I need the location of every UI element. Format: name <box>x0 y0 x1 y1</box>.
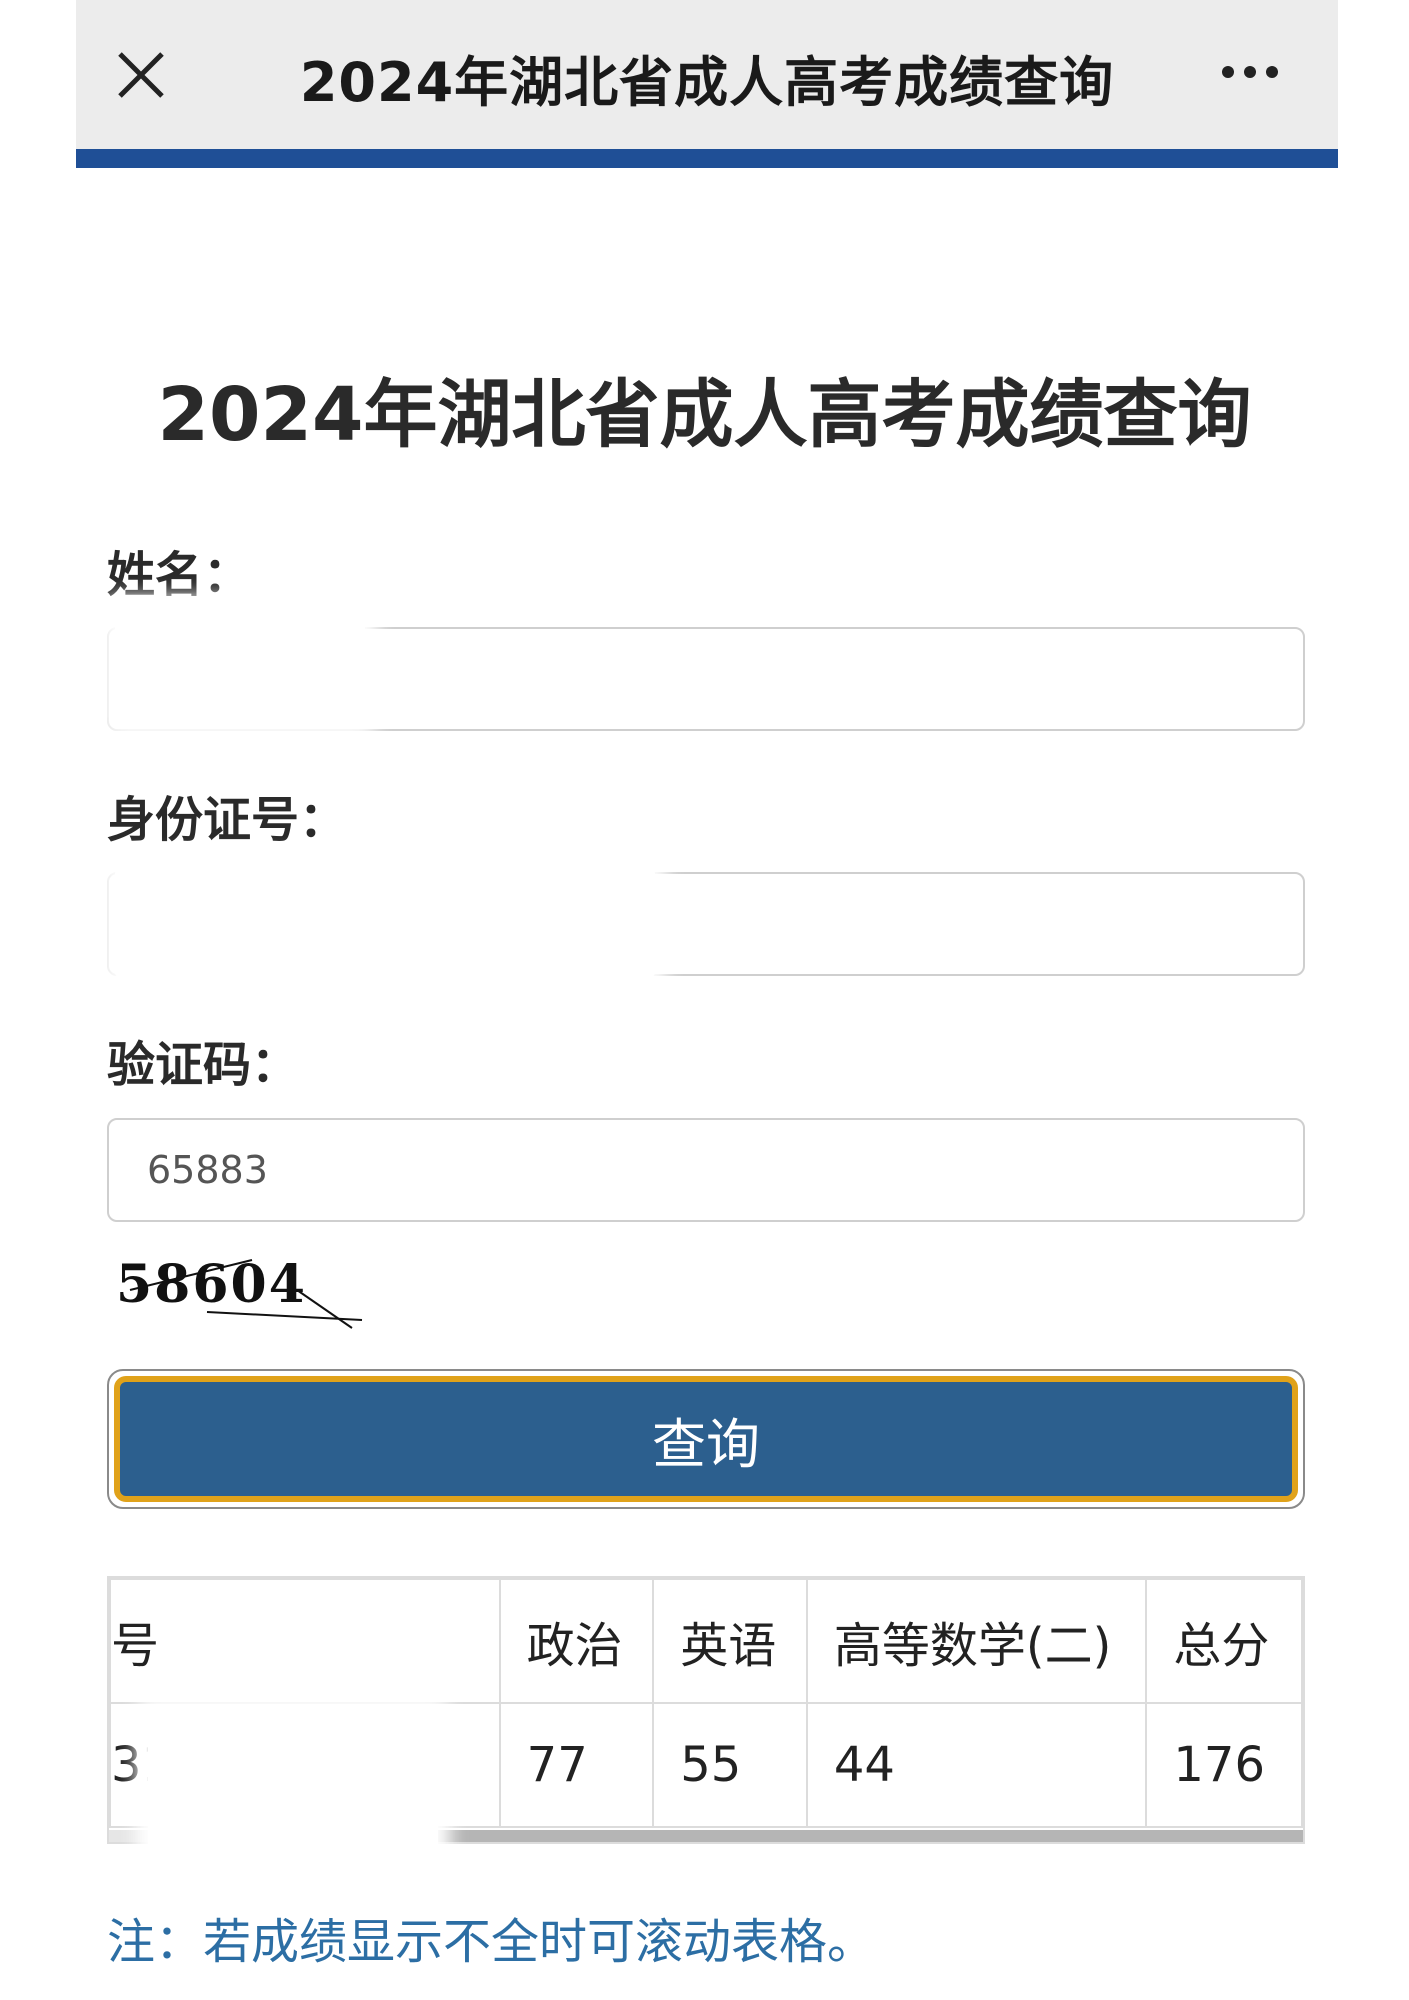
header-math: 高等数学(二) <box>805 1578 1148 1704</box>
captcha-label: 验证码： <box>107 1037 300 1093</box>
redaction-mark <box>148 1708 438 1858</box>
captcha-image[interactable]: 58604 <box>112 1250 372 1330</box>
cell-politics: 77 <box>498 1702 655 1828</box>
cell-math: 44 <box>805 1702 1148 1828</box>
scrollbar-thumb[interactable] <box>409 1830 1303 1842</box>
header-politics: 政治 <box>498 1578 655 1704</box>
redaction-mark <box>115 608 365 726</box>
captcha-image-text: 58604 <box>116 1254 307 1315</box>
header-title: 2024年湖北省成人高考成绩查询 <box>299 51 1115 114</box>
app-header: 2024年湖北省成人高考成绩查询 <box>76 0 1338 149</box>
scroll-note: 注：若成绩显示不全时可滚动表格。 <box>107 1914 876 1970</box>
submit-button-frame: 查询 <box>107 1369 1305 1509</box>
header-id: 号 <box>109 1578 501 1704</box>
captcha-input[interactable]: 65883 <box>107 1118 1305 1222</box>
page-title: 2024年湖北省成人高考成绩查询 <box>157 372 1252 458</box>
captcha-value: 65883 <box>147 1148 268 1192</box>
header-english: 英语 <box>652 1578 808 1704</box>
submit-button[interactable]: 查询 <box>114 1376 1298 1502</box>
cell-english: 55 <box>652 1702 808 1828</box>
header-divider <box>76 149 1338 168</box>
table-header-row: 号 政治 英语 高等数学(二) 总分 <box>109 1578 1303 1704</box>
header-total: 总分 <box>1145 1578 1303 1704</box>
more-icon[interactable] <box>1220 62 1280 82</box>
cell-total: 176 <box>1145 1702 1303 1828</box>
redaction-mark <box>115 868 655 978</box>
name-label: 姓名： <box>107 547 252 603</box>
id-label: 身份证号： <box>107 792 348 848</box>
